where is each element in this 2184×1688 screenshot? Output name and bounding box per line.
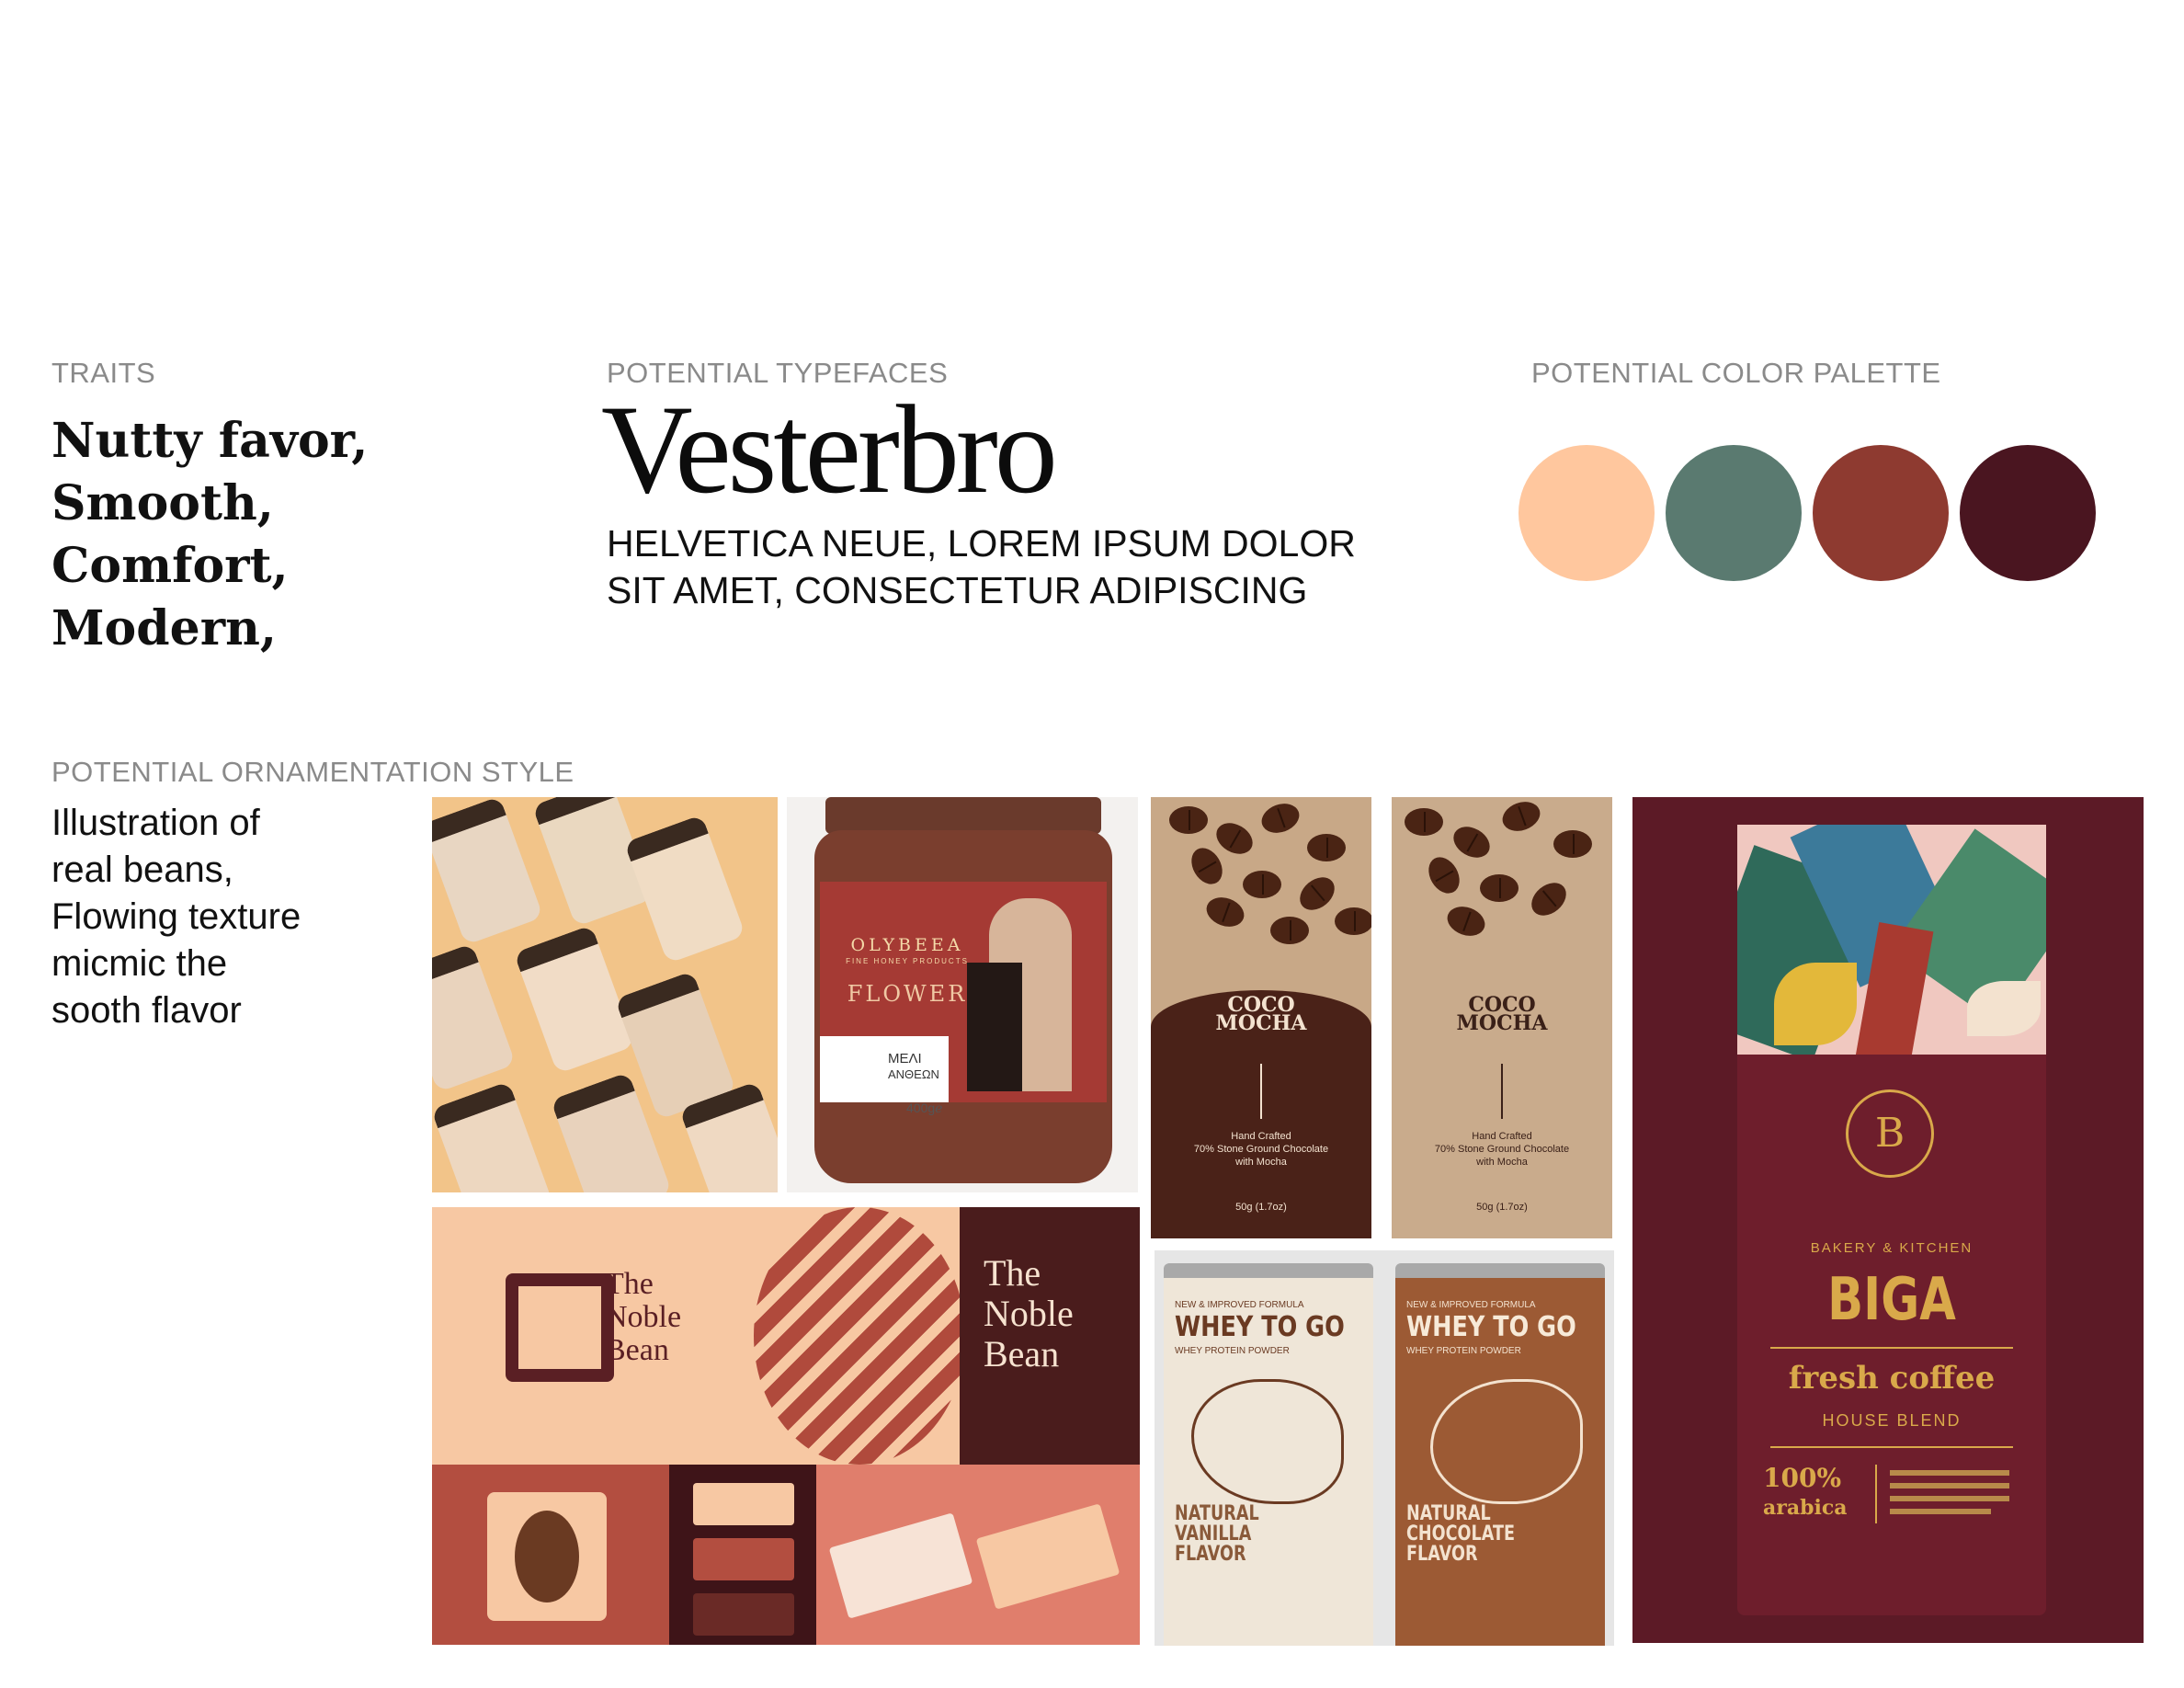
ornament-label: POTENTIAL ORNAMENTATION STYLE: [51, 756, 574, 788]
coco-kraft-desc1: Hand Crafted: [1472, 1131, 1532, 1142]
palette-label: POTENTIAL COLOR PALETTE: [1531, 357, 1941, 389]
whey-b-title: WHEY TO GO: [1406, 1311, 1576, 1343]
olybeea-brand: OLYBEEA: [850, 935, 964, 955]
whey-a-kicker: NEW & IMPROVED FORMULA: [1175, 1300, 1304, 1310]
coco-desc2: 70% Stone Ground Chocolate: [1193, 1144, 1329, 1155]
color-swatch-green: [1666, 445, 1802, 581]
whey-b-flavor1: NATURAL: [1406, 1502, 1491, 1525]
biga-percent: 100%: [1763, 1463, 1842, 1493]
display-typeface-sample: Vesterbro: [601, 379, 1058, 519]
coco-mocha-kraft-image: COCO MOCHA Hand Crafted 70% Stone Ground…: [1392, 797, 1612, 1238]
trait-item: Nutty favor,: [51, 413, 369, 469]
whey-b-kicker: NEW & IMPROVED FORMULA: [1406, 1300, 1536, 1310]
whey-a-title: WHEY TO GO: [1175, 1311, 1345, 1343]
color-swatch-burgundy: [1960, 445, 2096, 581]
trait-item: Comfort,: [51, 538, 289, 594]
whey-a-subtitle: WHEY PROTEIN POWDER: [1175, 1346, 1290, 1356]
olybeea-tagline: FINE HONEY PRODUCTS: [846, 957, 969, 965]
body-typeface-sample: HELVETICA NEUE, LOREM IPSUM DOLOR SIT AM…: [607, 520, 1356, 614]
noble-logo-line1: The: [605, 1267, 654, 1301]
noble-bean-brand-image: The Noble Bean The Noble Bean: [432, 1207, 1140, 1645]
ornament-line: sooth flavor: [51, 990, 242, 1031]
trait-item: Modern,: [51, 600, 277, 656]
noble-logo-line2: Noble: [605, 1300, 682, 1334]
whey-b-flavor3: FLAVOR: [1406, 1543, 1478, 1566]
biga-monogram: B: [1846, 1089, 1934, 1178]
coco-kraft-desc2: 70% Stone Ground Chocolate: [1434, 1144, 1570, 1155]
coco-kraft-weight: 50g (1.7oz): [1476, 1202, 1528, 1213]
whey-to-go-image: NEW & IMPROVED FORMULA WHEY TO GO WHEY P…: [1155, 1250, 1614, 1646]
color-swatch-rust: [1813, 445, 1949, 581]
coco-mocha-dark-image: COCO MOCHA Hand Crafted 70% Stone Ground…: [1151, 797, 1371, 1238]
noble-dark-line2: Noble: [984, 1293, 1074, 1334]
ornament-line: real beans,: [51, 850, 233, 890]
olybeea-sub2: ΑΝΘΕΩΝ: [888, 1067, 939, 1081]
whey-a-flavor3: FLAVOR: [1175, 1543, 1246, 1566]
coco-brand-line2: MOCHA: [1215, 1011, 1307, 1035]
whey-a-flavor2: VANILLA: [1175, 1523, 1252, 1545]
olybeea-sub1: ΜΕΛΙ: [888, 1051, 922, 1066]
ornament-description: Illustration of real beans, Flowing text…: [51, 800, 301, 1034]
biga-bean: arabica: [1763, 1496, 1848, 1520]
coco-weight: 50g (1.7oz): [1235, 1202, 1287, 1213]
traits-list: Nutty favor, Smooth, Comfort, Modern,: [51, 410, 368, 660]
ornament-line: Illustration of: [51, 803, 260, 843]
honey-jars-image: [432, 797, 778, 1192]
noble-dark-line3: Bean: [984, 1333, 1060, 1374]
ornament-line: micmic the: [51, 943, 228, 984]
coco-desc3: with Mocha: [1235, 1157, 1287, 1168]
biga-kicker: BAKERY & KITCHEN: [1810, 1240, 1974, 1256]
coco-kraft-brand-line2: MOCHA: [1456, 1011, 1548, 1035]
olybeea-product: FLOWER: [847, 981, 968, 1007]
noble-logo-line3: Bean: [605, 1333, 669, 1367]
biga-blend: HOUSE BLEND: [1822, 1411, 1962, 1430]
body-typeface-line: SIT AMET, CONSECTETUR ADIPISCING: [607, 569, 1308, 611]
olybeea-jar-image: OLYBEEA FINE HONEY PRODUCTS FLOWER ΜΕΛΙ …: [787, 797, 1138, 1192]
trait-item: Smooth,: [51, 475, 274, 531]
ornament-line: Flowing texture: [51, 896, 301, 937]
olybeea-weight: 400gℯ: [906, 1101, 943, 1115]
biga-tagline: fresh coffee: [1788, 1360, 1996, 1397]
biga-coffee-bag-image: B BAKERY & KITCHEN BIGA fresh coffee HOU…: [1632, 797, 2144, 1643]
noble-dark-line1: The: [984, 1252, 1041, 1294]
biga-name: BIGA: [1827, 1266, 1956, 1334]
whey-b-flavor2: CHOCOLATE: [1406, 1523, 1515, 1545]
coco-kraft-desc3: with Mocha: [1476, 1157, 1528, 1168]
whey-b-subtitle: WHEY PROTEIN POWDER: [1406, 1346, 1521, 1356]
traits-label: TRAITS: [51, 357, 156, 389]
whey-a-flavor1: NATURAL: [1175, 1502, 1259, 1525]
body-typeface-line: HELVETICA NEUE, LOREM IPSUM DOLOR: [607, 522, 1356, 565]
coco-desc1: Hand Crafted: [1231, 1131, 1291, 1142]
color-swatch-peach: [1519, 445, 1655, 581]
